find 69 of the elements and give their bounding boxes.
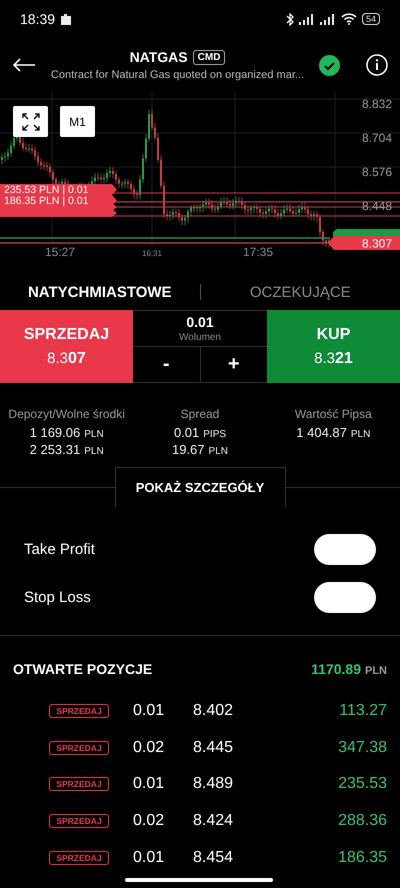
toggle-label: Stop Loss (24, 588, 91, 606)
position-price: 8.445 (193, 738, 234, 757)
buy-button[interactable]: KUP 8.321 (267, 310, 400, 383)
notification-icon (61, 13, 72, 25)
stat-value: 1 169.06 PLN (30, 425, 104, 440)
instrument-description: Contract for Natural Gas quoted on organized mar... (50, 69, 304, 81)
signal-icon (298, 14, 315, 24)
stat-value: 0.01 PIPS (174, 425, 226, 440)
position-volume: 0.01 (133, 848, 166, 867)
position-profit: 347.38 (337, 738, 388, 757)
position-volume: 0.02 (133, 738, 166, 757)
check-icon (319, 54, 340, 76)
wifi-icon (340, 13, 357, 25)
side-badge: SPRZEDAJ (49, 814, 109, 828)
stat-value: 19.67 PLN (172, 442, 228, 457)
order-tag: 186.35 PLN | 0.01 (0, 195, 117, 207)
instrument-title: NATGAS (130, 49, 188, 65)
stat-value: 1 404.87 PLN (296, 425, 370, 440)
position-price: 8.402 (193, 702, 234, 720)
toggle-switch[interactable] (314, 534, 376, 564)
stat-value: 2 253.31 PLN (30, 442, 104, 457)
section-title: OTWARTE POZYCJE (13, 661, 152, 677)
side-badge: SPRZEDAJ (49, 850, 109, 865)
time-axis-label: 17:35 (242, 245, 274, 259)
bid-price-label: 8.307 (362, 236, 392, 250)
position-volume: 0.01 (133, 775, 166, 794)
side-badge: SPRZEDAJ (49, 777, 109, 792)
position-profit: 186.35 (337, 848, 388, 867)
position-profit: 235.53 (337, 775, 388, 794)
position-price: 8.489 (193, 775, 234, 794)
clock: 18:39 (20, 11, 56, 27)
stat-label: Wartość Pipsa (294, 407, 372, 421)
position-price: 8.424 (193, 812, 234, 830)
show-details-button[interactable]: POKAŻ SZCZEGÓŁY (114, 467, 286, 507)
timeframe-button[interactable]: M1 (60, 106, 95, 137)
info-button[interactable] (366, 54, 388, 76)
time-axis-label: 16:31 (142, 249, 162, 258)
price-axis-label: 8.576 (362, 165, 392, 179)
side-badge: SPRZEDAJ (49, 740, 109, 755)
order-tag: 235.53 PLN | 0.01 (0, 184, 117, 196)
volume-value: 0.01 (186, 314, 214, 330)
order-type-tab[interactable]: NATYCHMIASTOWE (0, 284, 200, 300)
sell-button[interactable]: SPRZEDAJ 8.307 (0, 310, 133, 383)
battery-level: 54 (362, 13, 380, 25)
expand-icon (22, 112, 40, 130)
position-profit: 288.36 (337, 812, 388, 830)
price-axis-label: 8.704 (362, 131, 392, 145)
bid-price-tag-background (328, 236, 400, 250)
position-price: 8.454 (193, 848, 234, 867)
back-arrow-icon (12, 58, 36, 72)
price-axis-label: 8.832 (362, 97, 392, 111)
side-badge: SPRZEDAJ (49, 704, 109, 718)
position-profit: 113.27 (338, 702, 388, 720)
volume-label: Wolumen (178, 332, 222, 343)
stat-label: Spread (180, 407, 220, 421)
toggle-label: Take Profit (24, 540, 95, 558)
time-axis-label: 15:27 (44, 245, 76, 259)
position-volume: 0.01 (133, 702, 166, 720)
instrument-type-badge: CMD (192, 50, 226, 64)
total-profit: 1170.89 PLN (311, 661, 387, 677)
info-icon (366, 54, 388, 76)
back-button[interactable] (12, 58, 36, 72)
fullscreen-button[interactable] (13, 106, 48, 137)
position-volume: 0.02 (133, 812, 166, 830)
bluetooth-icon (286, 12, 294, 26)
signal-icon (320, 14, 336, 24)
toggle-switch[interactable] (314, 582, 376, 612)
order-type-tab[interactable]: OCZEKUJĄCE (200, 284, 400, 300)
stat-label: Depozyt/Wolne środki (8, 407, 125, 421)
